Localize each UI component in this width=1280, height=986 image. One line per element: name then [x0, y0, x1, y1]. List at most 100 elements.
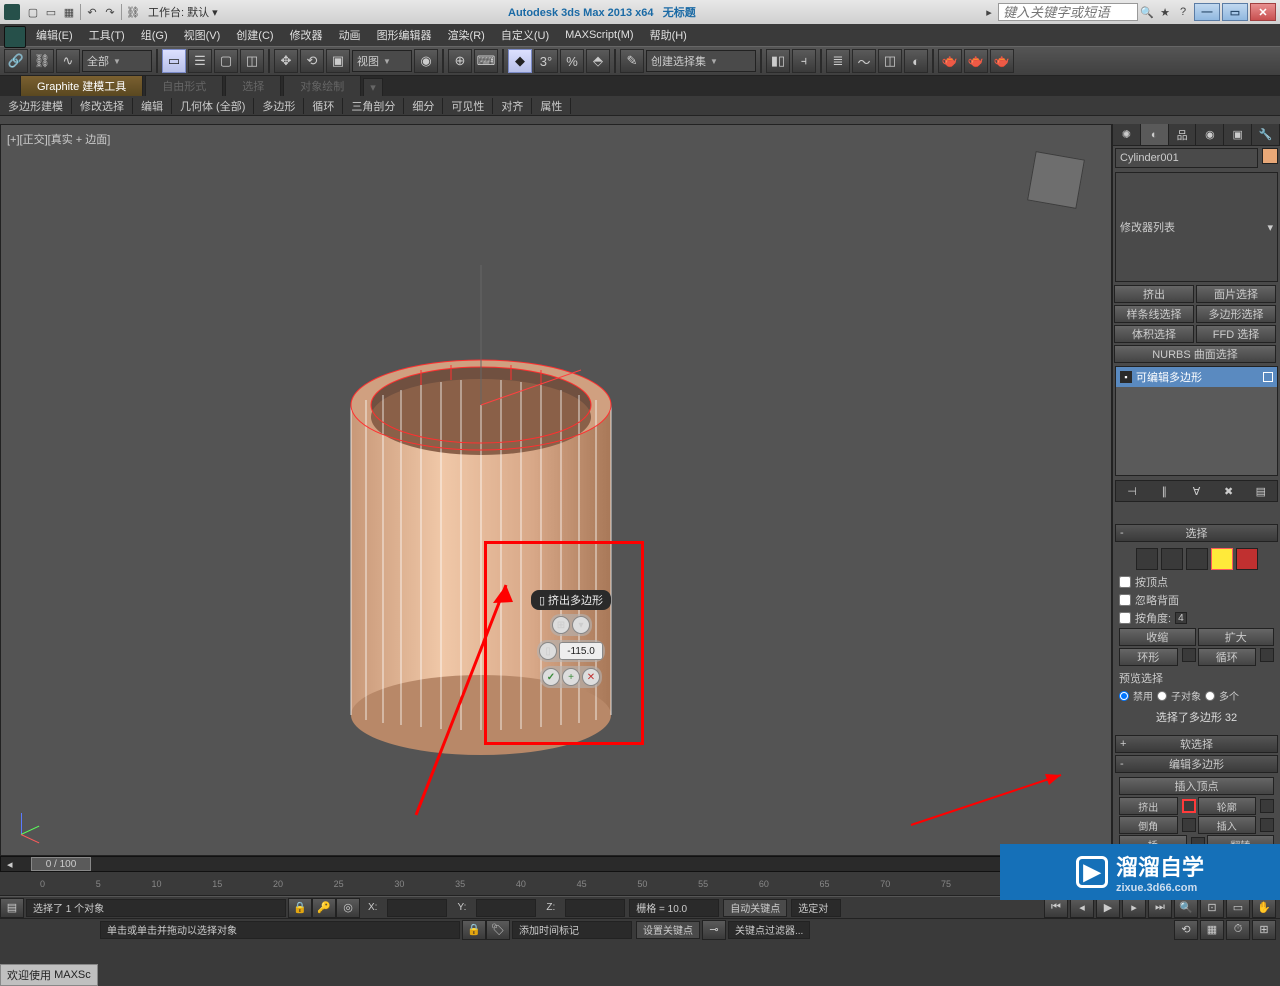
- named-sel-edit-icon[interactable]: ✎: [620, 49, 644, 73]
- menu-render[interactable]: 渲染(R): [440, 27, 493, 43]
- btn-ring[interactable]: 环形: [1119, 648, 1178, 666]
- btn-outline-settings[interactable]: [1260, 799, 1274, 813]
- caddy-type-arrow[interactable]: ▾: [572, 616, 590, 634]
- viewport[interactable]: [+][正交][真实 + 边面]: [0, 124, 1112, 856]
- cp-tab-display[interactable]: ▣: [1224, 124, 1252, 145]
- viewport-label[interactable]: [+][正交][真实 + 边面]: [7, 131, 110, 147]
- time-handle[interactable]: 0 / 100: [31, 857, 91, 871]
- btn-insert-vertex[interactable]: 插入顶点: [1119, 777, 1274, 795]
- menu-custom[interactable]: 自定义(U): [493, 27, 557, 43]
- link-icon[interactable]: ⛓: [124, 3, 142, 21]
- ribbon-tab-paint[interactable]: 对象绘制: [283, 75, 361, 96]
- setkey-button[interactable]: 设置关键点: [636, 921, 700, 939]
- mirror-icon[interactable]: ▮▯: [766, 49, 790, 73]
- mod-nurbs[interactable]: NURBS 曲面选择: [1114, 345, 1276, 363]
- mod-ffdsel[interactable]: FFD 选择: [1196, 325, 1276, 343]
- scale-tool-icon[interactable]: ▣: [326, 49, 350, 73]
- render-frame-icon[interactable]: 🫖: [964, 49, 988, 73]
- ribbon-tab-graphite[interactable]: Graphite 建模工具: [20, 75, 143, 96]
- rib-geom[interactable]: 几何体 (全部): [172, 98, 254, 114]
- add-timemark[interactable]: 添加时间标记: [512, 921, 632, 939]
- menu-tools[interactable]: 工具(T): [81, 27, 133, 43]
- next-frame-icon[interactable]: ▸: [1122, 898, 1146, 918]
- selset-drop[interactable]: 选定对: [791, 899, 841, 917]
- modifier-stack[interactable]: ▪可编辑多边形: [1115, 366, 1278, 476]
- btn-grow[interactable]: 扩大: [1198, 628, 1275, 646]
- ribbon-tab-select[interactable]: 选择: [225, 75, 281, 96]
- cp-tab-utilities[interactable]: 🔧: [1252, 124, 1280, 145]
- rollout-selection[interactable]: -选择: [1115, 524, 1278, 542]
- goto-start-icon[interactable]: ⏮: [1044, 898, 1068, 918]
- cp-tab-modify[interactable]: ◐: [1141, 124, 1169, 145]
- align-icon[interactable]: ⫞: [792, 49, 816, 73]
- caddy-height-icon[interactable]: ▯: [539, 642, 557, 660]
- menu-edit[interactable]: 编辑(E): [28, 27, 81, 43]
- ring-spinner[interactable]: [1182, 648, 1196, 662]
- rib-poly[interactable]: 多边形: [254, 98, 304, 114]
- show-result-icon[interactable]: ∥: [1154, 482, 1174, 500]
- open-icon[interactable]: ▭: [42, 3, 60, 21]
- caddy-cancel-button[interactable]: ✕: [582, 668, 600, 686]
- manip-icon[interactable]: ⊕: [448, 49, 472, 73]
- mod-extrude[interactable]: 挤出: [1114, 285, 1194, 303]
- caddy-height-value[interactable]: -115.0: [559, 642, 603, 660]
- nav-fov-icon[interactable]: ▭: [1226, 898, 1250, 918]
- angle-spinner[interactable]: [1175, 612, 1187, 624]
- btn-shrink[interactable]: 收缩: [1119, 628, 1196, 646]
- play-icon[interactable]: ▶: [1096, 898, 1120, 918]
- save-icon[interactable]: ▦: [60, 3, 78, 21]
- btn-inset[interactable]: 插入: [1198, 816, 1257, 834]
- key-icon[interactable]: 🔑: [312, 898, 336, 918]
- btn-bevel[interactable]: 倒角: [1119, 816, 1178, 834]
- maximize-button[interactable]: ▭: [1222, 3, 1248, 21]
- new-icon[interactable]: ▢: [24, 3, 42, 21]
- pivot-icon[interactable]: ◉: [414, 49, 438, 73]
- named-sel-dropdown[interactable]: 创建选择集: [646, 50, 756, 72]
- link-icon[interactable]: 🔗: [4, 49, 28, 73]
- menu-create[interactable]: 创建(C): [228, 27, 281, 43]
- loop-spinner[interactable]: [1260, 648, 1274, 662]
- y-field[interactable]: [476, 899, 536, 917]
- prev-frame-icon[interactable]: ◂: [1070, 898, 1094, 918]
- timeconfig-icon[interactable]: ⏱: [1226, 920, 1250, 940]
- object-name-field[interactable]: Cylinder001: [1115, 148, 1258, 168]
- lock-icon[interactable]: 🔒: [462, 920, 486, 940]
- nav-zoom-icon[interactable]: 🔍: [1174, 898, 1198, 918]
- lock-sel-icon[interactable]: 🔒: [288, 898, 312, 918]
- rollout-editpoly[interactable]: -编辑多边形: [1115, 755, 1278, 773]
- help-search-input[interactable]: [998, 3, 1138, 21]
- caddy-apply-button[interactable]: +: [562, 668, 580, 686]
- bind-icon[interactable]: ∿: [56, 49, 80, 73]
- btn-outline[interactable]: 轮廓: [1198, 797, 1257, 815]
- btn-extrude[interactable]: 挤出: [1119, 797, 1178, 815]
- select-region-icon[interactable]: ▢: [214, 49, 238, 73]
- menu-grapheditor[interactable]: 图形编辑器: [369, 27, 440, 43]
- mod-patchsel[interactable]: 面片选择: [1196, 285, 1276, 303]
- modifier-list-dropdown[interactable]: 修改器列表▾: [1115, 172, 1278, 282]
- chk-by-vertex[interactable]: 按顶点: [1119, 574, 1274, 590]
- subobj-edge[interactable]: [1161, 548, 1183, 570]
- app-menu-button[interactable]: [4, 26, 26, 48]
- nav-zoomall-icon[interactable]: ⊡: [1200, 898, 1224, 918]
- rib-tri[interactable]: 三角剖分: [343, 98, 404, 114]
- z-field[interactable]: [565, 899, 625, 917]
- menu-help[interactable]: 帮助(H): [642, 27, 695, 43]
- mod-polysel[interactable]: 多边形选择: [1196, 305, 1276, 323]
- mod-volsel[interactable]: 体积选择: [1114, 325, 1194, 343]
- make-unique-icon[interactable]: ∀: [1186, 482, 1206, 500]
- remove-mod-icon[interactable]: ✖: [1219, 482, 1239, 500]
- rib-edit[interactable]: 编辑: [133, 98, 172, 114]
- object-color-swatch[interactable]: [1262, 148, 1278, 164]
- menu-group[interactable]: 组(G): [133, 27, 176, 43]
- snap-toggle-icon[interactable]: ◆: [508, 49, 532, 73]
- search-icon[interactable]: 🔍: [1138, 3, 1156, 21]
- rib-polymodel[interactable]: 多边形建模: [0, 98, 72, 114]
- nav-extra-icon[interactable]: ⊞: [1252, 920, 1276, 940]
- key-filters[interactable]: 关键点过滤器...: [728, 921, 810, 939]
- close-button[interactable]: ✕: [1250, 3, 1276, 21]
- menu-maxscript[interactable]: MAXScript(M): [557, 29, 641, 41]
- minimize-button[interactable]: —: [1194, 3, 1220, 21]
- ribbon-collapse-icon[interactable]: ▾: [363, 78, 383, 96]
- nav-maxtoggle-icon[interactable]: ▦: [1200, 920, 1224, 940]
- btn-bevel-settings[interactable]: [1182, 818, 1196, 832]
